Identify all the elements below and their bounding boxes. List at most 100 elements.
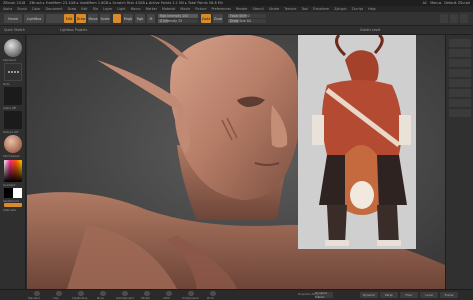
z-intensity-label: Z Intensity 25 <box>160 19 183 23</box>
lightbox-button[interactable]: LightBox <box>24 14 44 23</box>
menu-item-brush[interactable]: Brush <box>17 7 27 11</box>
brush-clay-icon[interactable] <box>56 291 62 296</box>
mrgb-button[interactable]: Mrgb <box>123 14 133 23</box>
z-intensity-slider[interactable]: Z Intensity 25 <box>158 19 198 23</box>
brush-trimdynamic-icon[interactable] <box>188 291 194 296</box>
menu-item-color[interactable]: Color <box>32 7 41 11</box>
alternate-label: Alternate <box>3 208 16 212</box>
right-shelf-item[interactable] <box>449 69 471 77</box>
menu-item-macro[interactable]: Macro <box>131 7 141 11</box>
canvas-viewport[interactable] <box>27 35 445 289</box>
menu-item-picture[interactable]: Picture <box>195 7 206 11</box>
zsub-button[interactable]: Zsub <box>213 14 223 23</box>
brush-hpolish-icon[interactable] <box>144 291 150 296</box>
brush-pinch-icon[interactable] <box>210 291 216 296</box>
menu-item-help[interactable]: Help <box>368 7 376 11</box>
draw-size-slider[interactable]: Draw Size 64 <box>228 19 266 23</box>
home-button[interactable]: Home <box>4 14 22 23</box>
right-shelf-item[interactable] <box>449 49 471 57</box>
gradient-label: Gradient <box>3 183 16 187</box>
material-label: SkinShade4 <box>3 154 20 158</box>
local-button[interactable]: Local <box>420 292 438 298</box>
menu-item-zplugin[interactable]: Zplugin <box>334 7 346 11</box>
menu-item-zscript[interactable]: Zscript <box>352 7 363 11</box>
rgb-intensity-label: Rgb Intensity 100 <box>160 14 189 18</box>
menu-item-document[interactable]: Document <box>46 7 63 11</box>
alpha-off-icon[interactable] <box>4 87 22 105</box>
dynamic-subdiv-button[interactable]: Dynamic Subdiv <box>315 291 333 299</box>
right-shelf-item[interactable] <box>449 79 471 87</box>
brush-hpolish-label: hPolish <box>141 296 151 300</box>
persp-button[interactable]: Persp <box>380 292 398 298</box>
move-button[interactable]: Move <box>88 14 98 23</box>
title-right-ac[interactable]: AC <box>423 1 428 5</box>
brush-standard-icon[interactable] <box>34 291 40 296</box>
menu-item-transform[interactable]: Transform <box>313 7 329 11</box>
m-button[interactable]: M <box>147 14 155 23</box>
menu-item-layer[interactable]: Layer <box>103 7 112 11</box>
menu-item-light[interactable]: Light <box>117 7 125 11</box>
brush-claybuildup-icon[interactable] <box>78 291 84 296</box>
brush-trimdynamic-label: TrimDynamic <box>182 296 199 300</box>
floor-button[interactable]: Floor <box>400 292 418 298</box>
quicksketch-button[interactable] <box>46 14 64 23</box>
rgb-intensity-slider[interactable]: Rgb Intensity 100 <box>158 14 198 18</box>
top-toolbar: Home LightBox Edit Draw Move Scale Mrgb … <box>0 12 473 26</box>
rgb-button[interactable]: Rgb <box>135 14 145 23</box>
menu-item-stencil[interactable]: Stencil <box>253 7 264 11</box>
app-title: ZBrush 2018 <box>3 1 26 5</box>
zadd-button[interactable]: Zadd <box>201 14 211 23</box>
menu-item-file[interactable]: File <box>93 7 99 11</box>
stroke-dots-icon[interactable] <box>4 63 22 81</box>
menu-item-render[interactable]: Render <box>236 7 248 11</box>
edit-button[interactable]: Edit <box>64 14 74 23</box>
menu-item-preferences[interactable]: Preferences <box>211 7 230 11</box>
right-shelf-item[interactable] <box>449 109 471 117</box>
texture-off-icon[interactable] <box>4 111 22 129</box>
menu-item-stroke[interactable]: Stroke <box>269 7 280 11</box>
draw-button[interactable]: Draw <box>76 14 86 23</box>
brush-damstandard-icon[interactable] <box>122 291 128 296</box>
texture-label: Texture Off <box>3 130 19 134</box>
title-right-menus[interactable]: Menus <box>430 1 441 5</box>
alternate-button[interactable] <box>4 203 22 207</box>
menu-item-marker[interactable]: Marker <box>146 7 157 11</box>
menu-item-draw[interactable]: Draw <box>68 7 77 11</box>
right-shelf-item[interactable] <box>449 59 471 67</box>
brush-inflat-icon[interactable] <box>166 291 172 296</box>
color-picker-icon[interactable] <box>4 160 22 182</box>
menu-item-edit[interactable]: Edit <box>81 7 87 11</box>
right-shelf-item[interactable] <box>449 89 471 97</box>
brush-damstandard-label: DamStandard <box>116 296 134 300</box>
menu-item-tool[interactable]: Tool <box>301 7 307 11</box>
quick-sketch-label[interactable]: Quick Sketch <box>4 28 25 32</box>
menu-icon[interactable] <box>460 14 468 23</box>
secondary-color-swatch[interactable] <box>13 188 22 198</box>
material-swatch-icon[interactable] <box>113 14 121 23</box>
material-sphere-icon[interactable] <box>4 135 22 153</box>
stroke-label: Dots <box>3 82 10 86</box>
right-shelf-item[interactable] <box>449 39 471 47</box>
right-shelf-item[interactable] <box>449 99 471 107</box>
focal-shift-slider[interactable]: Focal Shift 0 <box>228 14 266 18</box>
orange-settings-icon[interactable] <box>440 14 448 23</box>
lightbox-projects-label[interactable]: Lightbox Projects <box>60 28 87 32</box>
primary-color-swatch[interactable] <box>4 188 13 198</box>
right-shelf <box>445 35 473 289</box>
scale-button[interactable]: Scale <box>100 14 110 23</box>
menu-item-alpha[interactable]: Alpha <box>3 7 12 11</box>
color-swatches[interactable] <box>4 188 22 198</box>
menu-item-material[interactable]: Material <box>162 7 175 11</box>
draw-size-label: Draw Size 64 <box>230 19 251 23</box>
menu-item-movie[interactable]: Movie <box>180 7 190 11</box>
brush-sphere-icon[interactable] <box>4 39 22 57</box>
sculpt-canvas[interactable] <box>27 35 445 289</box>
brush-move-icon[interactable] <box>100 291 106 296</box>
layout-icon[interactable] <box>450 14 458 23</box>
brush-label: Standard <box>3 58 16 62</box>
dynamic-button[interactable]: Dynamic <box>360 292 378 298</box>
app-title-stats: ZBrush ▸ FreeMem 23.1GB ▸ UsedMem 1.6GB … <box>29 1 223 5</box>
menu-item-texture[interactable]: Texture <box>284 7 296 11</box>
title-right-zscript[interactable]: Default ZScript <box>444 1 470 5</box>
frame-button[interactable]: Frame <box>440 292 458 298</box>
